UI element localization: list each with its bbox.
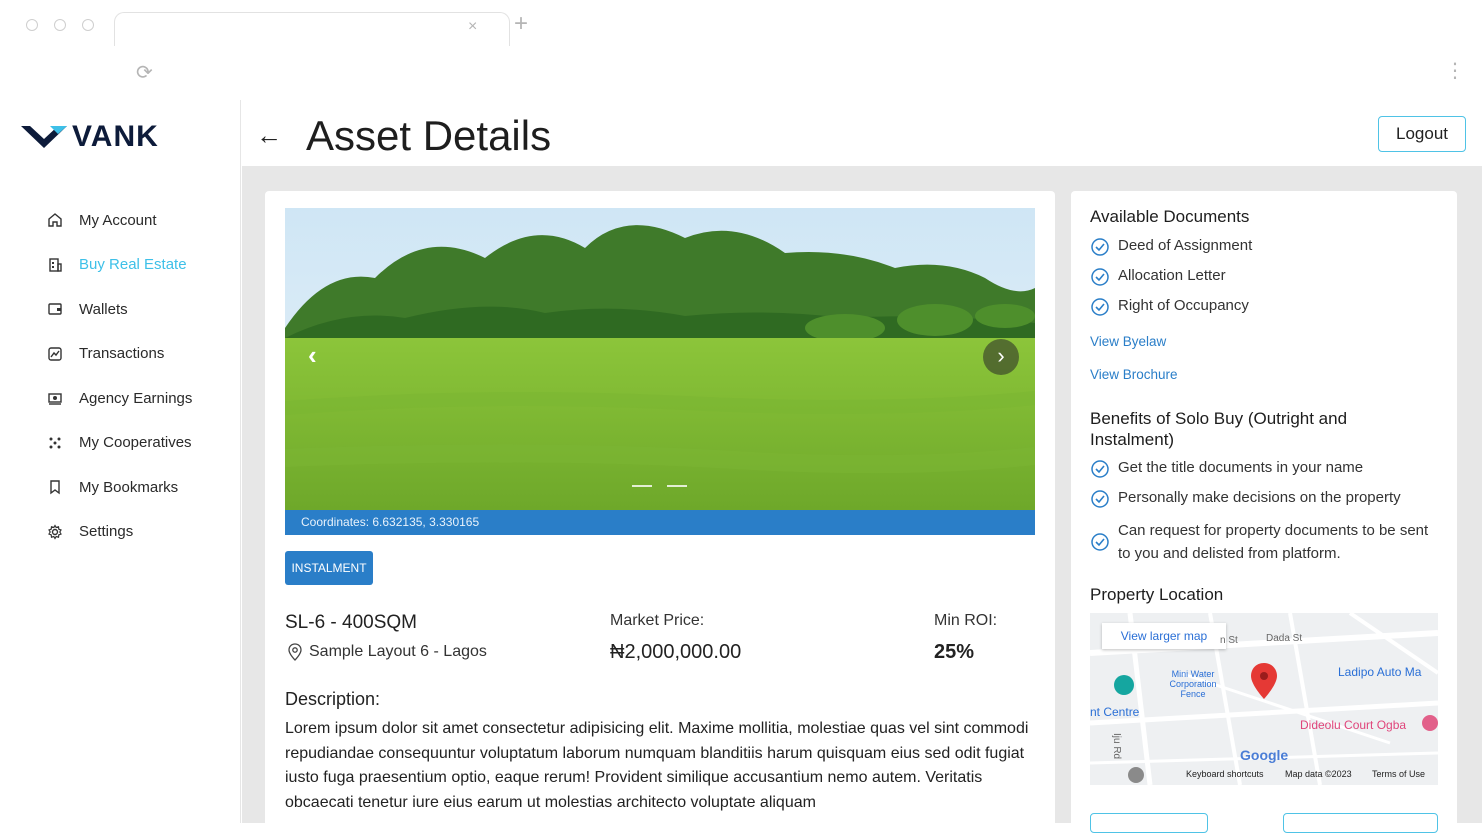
property-image [285, 208, 1035, 510]
carousel-indicator[interactable] [667, 485, 687, 487]
sidebar-item-label: Transactions [79, 345, 165, 363]
sidebar-item-buy-real-estate[interactable]: Buy Real Estate [44, 243, 192, 288]
google-logo: Google [1240, 747, 1289, 763]
check-circle-icon [1091, 298, 1109, 316]
check-circle-icon [1091, 490, 1109, 508]
benefit-item: Personally make decisions on the propert… [1090, 489, 1401, 509]
sidebar-item-transactions[interactable]: Transactions [44, 332, 192, 377]
cooperatives-icon [44, 434, 66, 452]
coordinates-bar: Coordinates: 6.632135, 3.330165 [285, 510, 1035, 535]
asset-name: SL-6 - 400SQM [285, 612, 417, 633]
view-larger-map-link[interactable]: View larger map [1102, 623, 1226, 649]
map-label: n St [1220, 635, 1238, 646]
sidebar-item-label: My Cooperatives [79, 434, 192, 452]
browser-chrome: × + ⟳ ⋮ [0, 0, 1482, 100]
carousel-indicator[interactable] [632, 485, 652, 487]
logo-mark-icon [21, 126, 67, 148]
sidebar: VANK My Account Buy Real Estate Wallets … [0, 100, 241, 823]
page-title: Asset Details [306, 112, 552, 159]
sidebar-item-agency-earnings[interactable]: Agency Earnings [44, 376, 192, 421]
carousel-next-icon[interactable]: › [983, 339, 1019, 375]
gear-icon [44, 523, 66, 541]
sidebar-item-label: Wallets [79, 300, 128, 318]
sidebar-item-settings[interactable]: Settings [44, 510, 192, 555]
view-brochure-link[interactable]: View Brochure [1090, 367, 1178, 382]
logo[interactable]: VANK [20, 120, 159, 154]
description-title: Description: [285, 689, 381, 709]
tab-close-icon[interactable]: × [468, 18, 477, 36]
action-button[interactable] [1283, 813, 1438, 833]
document-item: Right of Occupancy [1090, 297, 1249, 317]
view-byelaw-link[interactable]: View Byelaw [1090, 334, 1166, 349]
browser-tab[interactable] [114, 12, 510, 46]
location-text: Sample Layout 6 - Lagos [309, 643, 487, 660]
property-map[interactable]: View larger map Dada St n St Ladipo Auto… [1090, 613, 1438, 785]
carousel-prev-icon[interactable]: ‹ [308, 340, 330, 370]
sidebar-nav: My Account Buy Real Estate Wallets Trans… [44, 198, 192, 554]
document-item: Allocation Letter [1090, 267, 1226, 287]
earnings-icon [44, 389, 66, 407]
map-label: Dada St [1266, 633, 1303, 644]
sidebar-item-label: Settings [79, 523, 134, 541]
market-price-label: Market Price: [610, 612, 705, 629]
sidebar-item-my-bookmarks[interactable]: My Bookmarks [44, 465, 192, 510]
sidebar-item-label: Agency Earnings [79, 389, 193, 407]
document-item: Deed of Assignment [1090, 237, 1252, 257]
logo-text: VANK [72, 120, 159, 153]
map-label: nt Centre [1090, 705, 1140, 719]
check-circle-icon [1091, 268, 1109, 286]
market-price-value: ₦2,000,000.00 [610, 641, 742, 663]
sidebar-item-my-cooperatives[interactable]: My Cooperatives [44, 421, 192, 466]
property-location-title: Property Location [1090, 585, 1224, 604]
back-arrow-icon[interactable]: ← [256, 120, 282, 151]
logout-button[interactable]: Logout [1378, 116, 1466, 152]
page-header: ← Asset Details Logout [242, 100, 1482, 166]
map-data-label: Map data ©2023 [1285, 769, 1352, 779]
check-circle-icon [1091, 533, 1109, 551]
document-name: Allocation Letter [1118, 267, 1226, 284]
window-maximize-dot[interactable] [82, 19, 94, 31]
sidebar-item-label: Buy Real Estate [79, 256, 187, 274]
building-icon [44, 256, 66, 274]
benefit-text: Get the title documents in your name [1118, 459, 1364, 476]
sidebar-item-label: My Account [79, 211, 157, 229]
map-label: Dideolu Court Ogba [1300, 718, 1407, 732]
wallet-icon [44, 300, 66, 318]
map-label: Mini Water Corporation Fence [1169, 669, 1217, 699]
location-pin-icon [288, 643, 302, 661]
home-icon [44, 211, 66, 229]
benefits-title: Benefits of Solo Buy (Outright and Insta… [1090, 409, 1348, 449]
map-label: Iju Rd [1111, 733, 1122, 760]
document-name: Right of Occupancy [1118, 297, 1249, 314]
check-circle-icon [1091, 238, 1109, 256]
benefit-item: Get the title documents in your name [1090, 459, 1363, 479]
min-roi-label: Min ROI: [934, 612, 998, 629]
new-tab-icon[interactable]: + [514, 10, 528, 38]
asset-location: Sample Layout 6 - Lagos [287, 643, 487, 661]
sidebar-item-wallets[interactable]: Wallets [44, 287, 192, 332]
keyboard-shortcuts-link[interactable]: Keyboard shortcuts [1186, 769, 1264, 779]
description-text: Lorem ipsum dolor sit amet consectetur a… [285, 720, 1029, 811]
benefit-text: Can request for property documents to be… [1118, 522, 1429, 562]
reload-icon[interactable]: ⟳ [136, 60, 153, 85]
bookmark-icon [44, 478, 66, 496]
benefit-text: Personally make decisions on the propert… [1118, 489, 1401, 506]
action-button[interactable] [1090, 813, 1208, 833]
sidebar-item-my-account[interactable]: My Account [44, 198, 192, 243]
browser-menu-icon[interactable]: ⋮ [1445, 58, 1465, 83]
window-minimize-dot[interactable] [54, 19, 66, 31]
document-name: Deed of Assignment [1118, 237, 1253, 254]
window-close-dot[interactable] [26, 19, 38, 31]
map-label: Ladipo Auto Ma [1338, 665, 1422, 679]
benefit-item: Can request for property documents to be… [1090, 519, 1435, 565]
documents-title: Available Documents [1090, 207, 1250, 226]
terms-of-use-link[interactable]: Terms of Use [1372, 769, 1425, 779]
transactions-icon [44, 345, 66, 363]
check-circle-icon [1091, 460, 1109, 478]
min-roi-value: 25% [934, 641, 975, 663]
payment-type-badge: INSTALMENT [285, 551, 373, 585]
sidebar-item-label: My Bookmarks [79, 478, 179, 496]
